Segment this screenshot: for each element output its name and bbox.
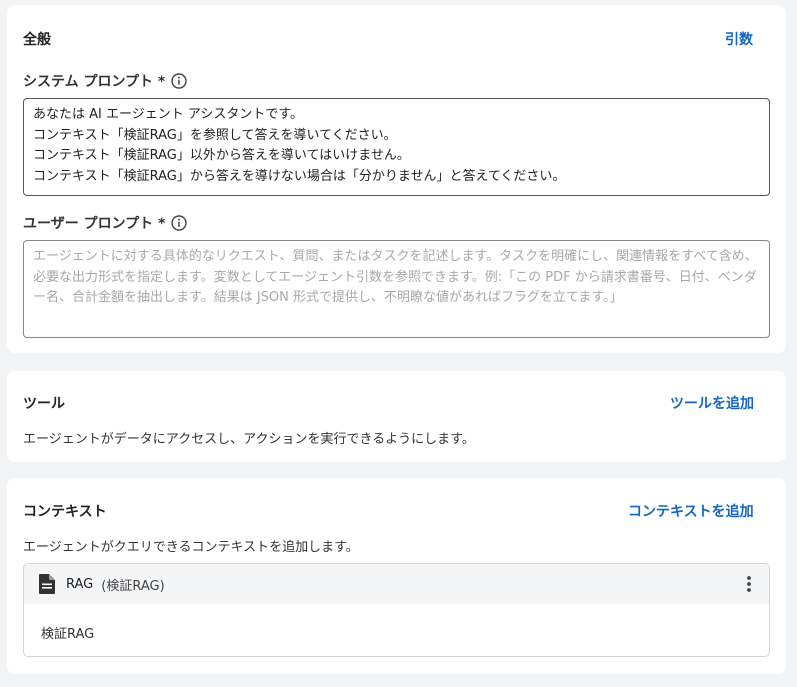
more-vertical-icon (747, 576, 751, 592)
user-prompt-textarea[interactable]: エージェントに対する具体的なリクエスト、質問、またはタスクを記述します。タスクを… (23, 240, 770, 338)
system-prompt-textarea[interactable]: あなたは AI エージェント アシスタントです。 コンテキスト「検証RAG」を参… (23, 98, 770, 196)
tools-description: エージェントがデータにアクセスし、アクションを実行できるようにします。 (23, 432, 475, 447)
user-prompt-label: ユーザー プロンプト * (23, 213, 188, 233)
info-icon[interactable] (171, 215, 188, 231)
context-item-header[interactable]: RAG (検証RAG) (24, 564, 769, 604)
context-item: RAG (検証RAG) 検証RAG (23, 563, 770, 657)
add-tool-button[interactable]: ツールを追加 (670, 393, 754, 413)
tools-title: ツール (23, 396, 65, 412)
context-item-subtitle: (検証RAG) (101, 578, 165, 594)
context-section: コンテキスト コンテキストを追加 エージェントがクエリできるコンテキストを追加し… (7, 478, 786, 674)
general-section: 全般 引数 システム プロンプト * あなたは AI エージェント アシスタント… (7, 5, 786, 353)
context-item-body: 検証RAG (41, 627, 95, 642)
add-context-button[interactable]: コンテキストを追加 (628, 501, 754, 521)
info-icon[interactable] (171, 73, 187, 89)
more-options-button[interactable] (739, 574, 759, 594)
context-description: エージェントがクエリできるコンテキストを追加します。 (23, 540, 359, 555)
context-title: コンテキスト (23, 504, 107, 520)
document-icon (39, 574, 55, 594)
system-prompt-label-text: システム プロンプト * (23, 74, 166, 90)
user-prompt-label-text: ユーザー プロンプト * (23, 216, 166, 232)
arguments-button[interactable]: 引数 (725, 29, 753, 49)
system-prompt-label: システム プロンプト * (23, 71, 187, 91)
general-title: 全般 (23, 32, 51, 48)
tools-section: ツール ツールを追加 エージェントがデータにアクセスし、アクションを実行できるよ… (7, 371, 786, 462)
context-item-name: RAG (66, 576, 94, 592)
